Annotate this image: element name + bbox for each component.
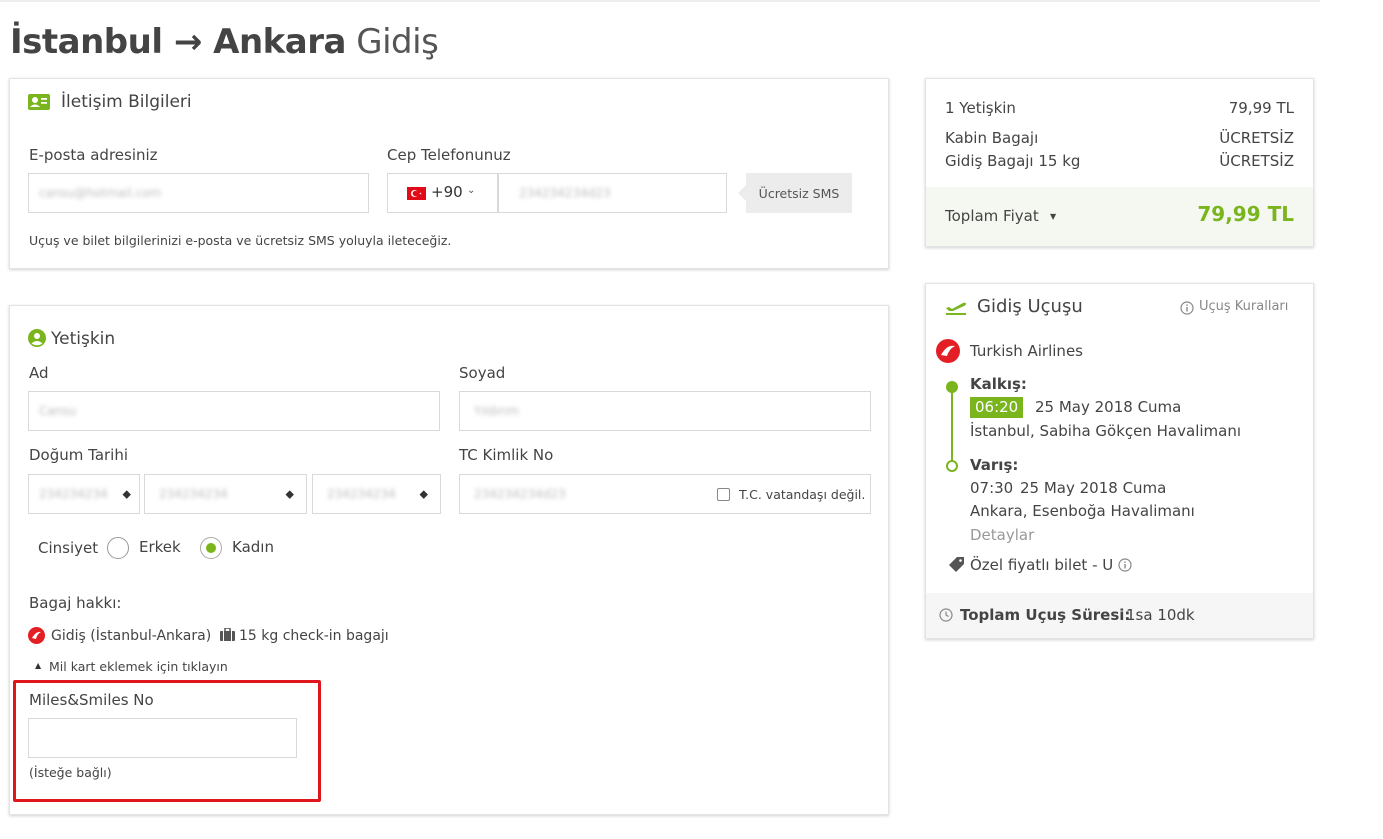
clock-icon (939, 608, 953, 622)
total-price-label: Toplam Fiyat (945, 207, 1039, 225)
price-row-value: ÜCRETSİZ (1219, 152, 1294, 170)
flight-duration-label: Toplam Uçuş Süresi: (960, 606, 1131, 624)
phone-field[interactable]: 234234234d23 (498, 173, 727, 213)
dob-month-select[interactable]: 234234234 ◆ (144, 474, 307, 514)
price-row-value: 79,99 TL (1228, 99, 1294, 117)
caret-up-icon: ▲ (35, 661, 42, 670)
tc-value: 234234234d23 (474, 487, 566, 501)
top-divider (0, 0, 1320, 2)
first-name-field[interactable]: Cansu (28, 391, 440, 431)
flight-timeline (951, 386, 953, 464)
arrival-dot (946, 460, 958, 472)
departure-airport: İstanbul, Sabiha Gökçen Havalimanı (970, 422, 1242, 440)
not-citizen-label: T.C. vatandaşı değil. (739, 487, 866, 502)
info-icon[interactable] (1118, 558, 1132, 572)
turkish-airlines-logo (936, 339, 960, 363)
flight-duration-bar: Toplam Uçuş Süresi: 1sa 10dk (926, 593, 1313, 638)
country-code-value: +90 (431, 183, 463, 201)
page-title: İstanbul → Ankara Gidiş (10, 20, 439, 64)
dob-year-select[interactable]: 234234234 ◆ (312, 474, 441, 514)
dob-day-select[interactable]: 234234234 ◆ (28, 474, 140, 514)
select-arrows-icon: ◆ (122, 487, 131, 501)
gender-male-label: Erkek (139, 538, 181, 556)
suitcase-icon (220, 628, 235, 641)
miles-toggle-link[interactable]: Mil kart eklemek için tıklayın (49, 659, 228, 674)
last-name-label: Soyad (459, 364, 506, 382)
plane-takeoff-icon (946, 302, 966, 315)
flight-duration-value: 1sa 10dk (1126, 606, 1195, 624)
tc-label: TC Kimlik No (459, 446, 554, 464)
chevron-down-icon: ⌄ (467, 185, 476, 196)
dob-label: Doğum Tarihi (29, 446, 129, 464)
price-row-label: 1 Yetişkin (945, 99, 1016, 117)
tc-field[interactable]: 234234234d23 T.C. vatandaşı değil. (459, 474, 871, 514)
gender-label: Cinsiyet (38, 539, 99, 557)
first-name-value: Cansu (39, 404, 77, 418)
free-sms-button[interactable]: Ücretsiz SMS (746, 173, 852, 213)
arrival-time: 07:30 (970, 479, 1014, 497)
total-price-bar[interactable]: Toplam Fiyat ▼ 79,99 TL (926, 187, 1313, 246)
arrival-label: Varış: (970, 456, 1019, 474)
gender-female-radio[interactable] (200, 537, 222, 559)
total-price-value: 79,99 TL (1197, 202, 1294, 226)
email-field[interactable]: cansu@hotmail.com (28, 173, 369, 213)
arrival-airport: Ankara, Esenboğa Havalimanı (970, 502, 1195, 520)
price-row-value: ÜCRETSİZ (1219, 129, 1294, 147)
arrival-date: 25 May 2018 Cuma (1020, 479, 1167, 497)
phone-value: 234234234d23 (519, 186, 611, 200)
select-arrows-icon: ◆ (419, 487, 428, 501)
turkish-airlines-icon (28, 627, 45, 644)
user-circle-icon (28, 329, 46, 347)
turkey-flag-icon (407, 187, 426, 200)
flight-details-link[interactable]: Detaylar (970, 526, 1034, 544)
dob-day-value: 234234234 (39, 487, 108, 501)
gender-female-label: Kadın (232, 538, 274, 556)
country-code-select[interactable]: +90 ⌄ (387, 173, 498, 213)
last-name-value: Yıldırım (474, 404, 519, 418)
departure-dot (946, 381, 958, 393)
gender-male-radio[interactable] (107, 537, 129, 559)
departure-time-badge: 06:20 (970, 397, 1024, 418)
highlight-box (13, 680, 321, 802)
dob-month-value: 234234234 (159, 487, 228, 501)
last-name-field[interactable]: Yıldırım (459, 391, 871, 431)
info-icon (1180, 301, 1194, 315)
departure-label: Kalkış: (970, 375, 1027, 393)
email-value: cansu@hotmail.com (39, 186, 162, 200)
departure-date: 25 May 2018 Cuma (1035, 398, 1182, 416)
price-row-label: Gidiş Bagajı 15 kg (945, 152, 1081, 170)
baggage-route: Gidiş (İstanbul-Ankara) (51, 628, 212, 644)
flight-rules-link[interactable]: Uçuş Kuralları (1199, 299, 1288, 314)
select-arrows-icon: ◆ (285, 487, 294, 501)
contact-card: İletişim Bilgileri E-posta adresiniz can… (9, 78, 889, 269)
not-citizen-checkbox[interactable] (717, 488, 730, 501)
price-row-label: Kabin Bagajı (945, 129, 1039, 147)
airline-name: Turkish Airlines (970, 342, 1083, 360)
flight-heading: Gidiş Uçuşu (977, 296, 1083, 317)
phone-label: Cep Telefonunuz (387, 146, 511, 164)
page-title-direction: Gidiş (356, 22, 439, 62)
page-title-route: İstanbul → Ankara (10, 22, 346, 62)
baggage-allowance: 15 kg check-in bagajı (239, 628, 389, 644)
caret-down-icon: ▼ (1050, 212, 1057, 221)
contact-heading: İletişim Bilgileri (61, 92, 192, 112)
tag-icon (949, 557, 964, 572)
flight-card: Gidiş Uçuşu Uçuş Kuralları Turkish Airli… (925, 283, 1314, 639)
dob-year-value: 234234234 (327, 487, 396, 501)
price-summary-card: 1 Yetişkin 79,99 TL Kabin Bagajı ÜCRETSİ… (925, 78, 1314, 247)
contact-card-icon (28, 94, 50, 110)
passenger-heading: Yetişkin (51, 329, 116, 349)
first-name-label: Ad (29, 364, 49, 382)
fare-type: Özel fiyatlı bilet - U (970, 556, 1114, 574)
baggage-label: Bagaj hakkı: (29, 594, 122, 612)
email-label: E-posta adresiniz (29, 146, 158, 164)
contact-note: Uçuş ve bilet bilgilerinizi e-posta ve ü… (29, 233, 452, 248)
